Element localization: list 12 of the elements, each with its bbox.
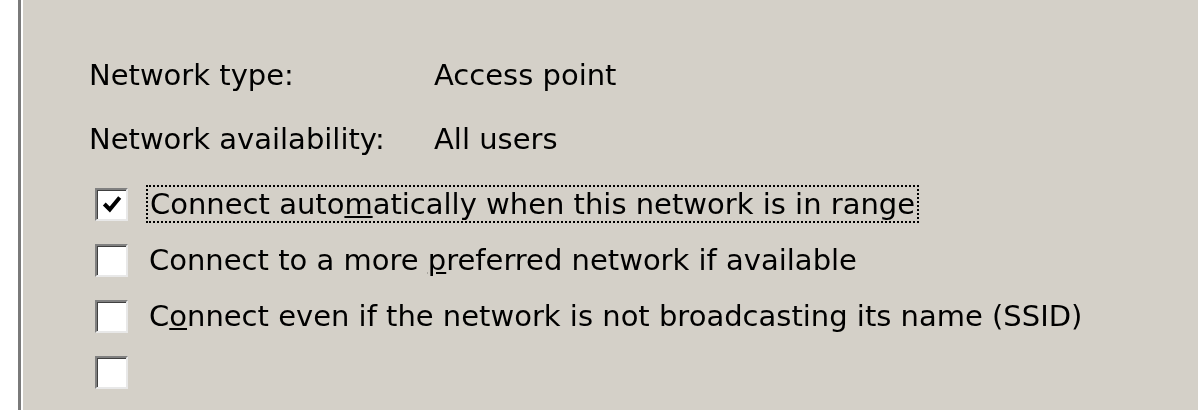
property-value: All users [434,121,559,158]
checkbox[interactable] [95,355,128,389]
checkbox[interactable] [95,187,128,221]
property-label: Network type: [89,57,295,94]
checkbox-label[interactable]: Connect to a more preferred network if available [146,242,860,278]
property-value: Access point [434,57,618,94]
check-icon [100,193,123,215]
checkbox-label[interactable]: Connect even if the network is not broadcasting its name (SSID) [146,298,1086,334]
property-label: Network availability: [89,121,386,158]
checkbox-label[interactable]: Connect automatically when this network is in range [146,185,920,223]
checkbox[interactable] [95,299,128,333]
checkbox[interactable] [95,243,128,277]
